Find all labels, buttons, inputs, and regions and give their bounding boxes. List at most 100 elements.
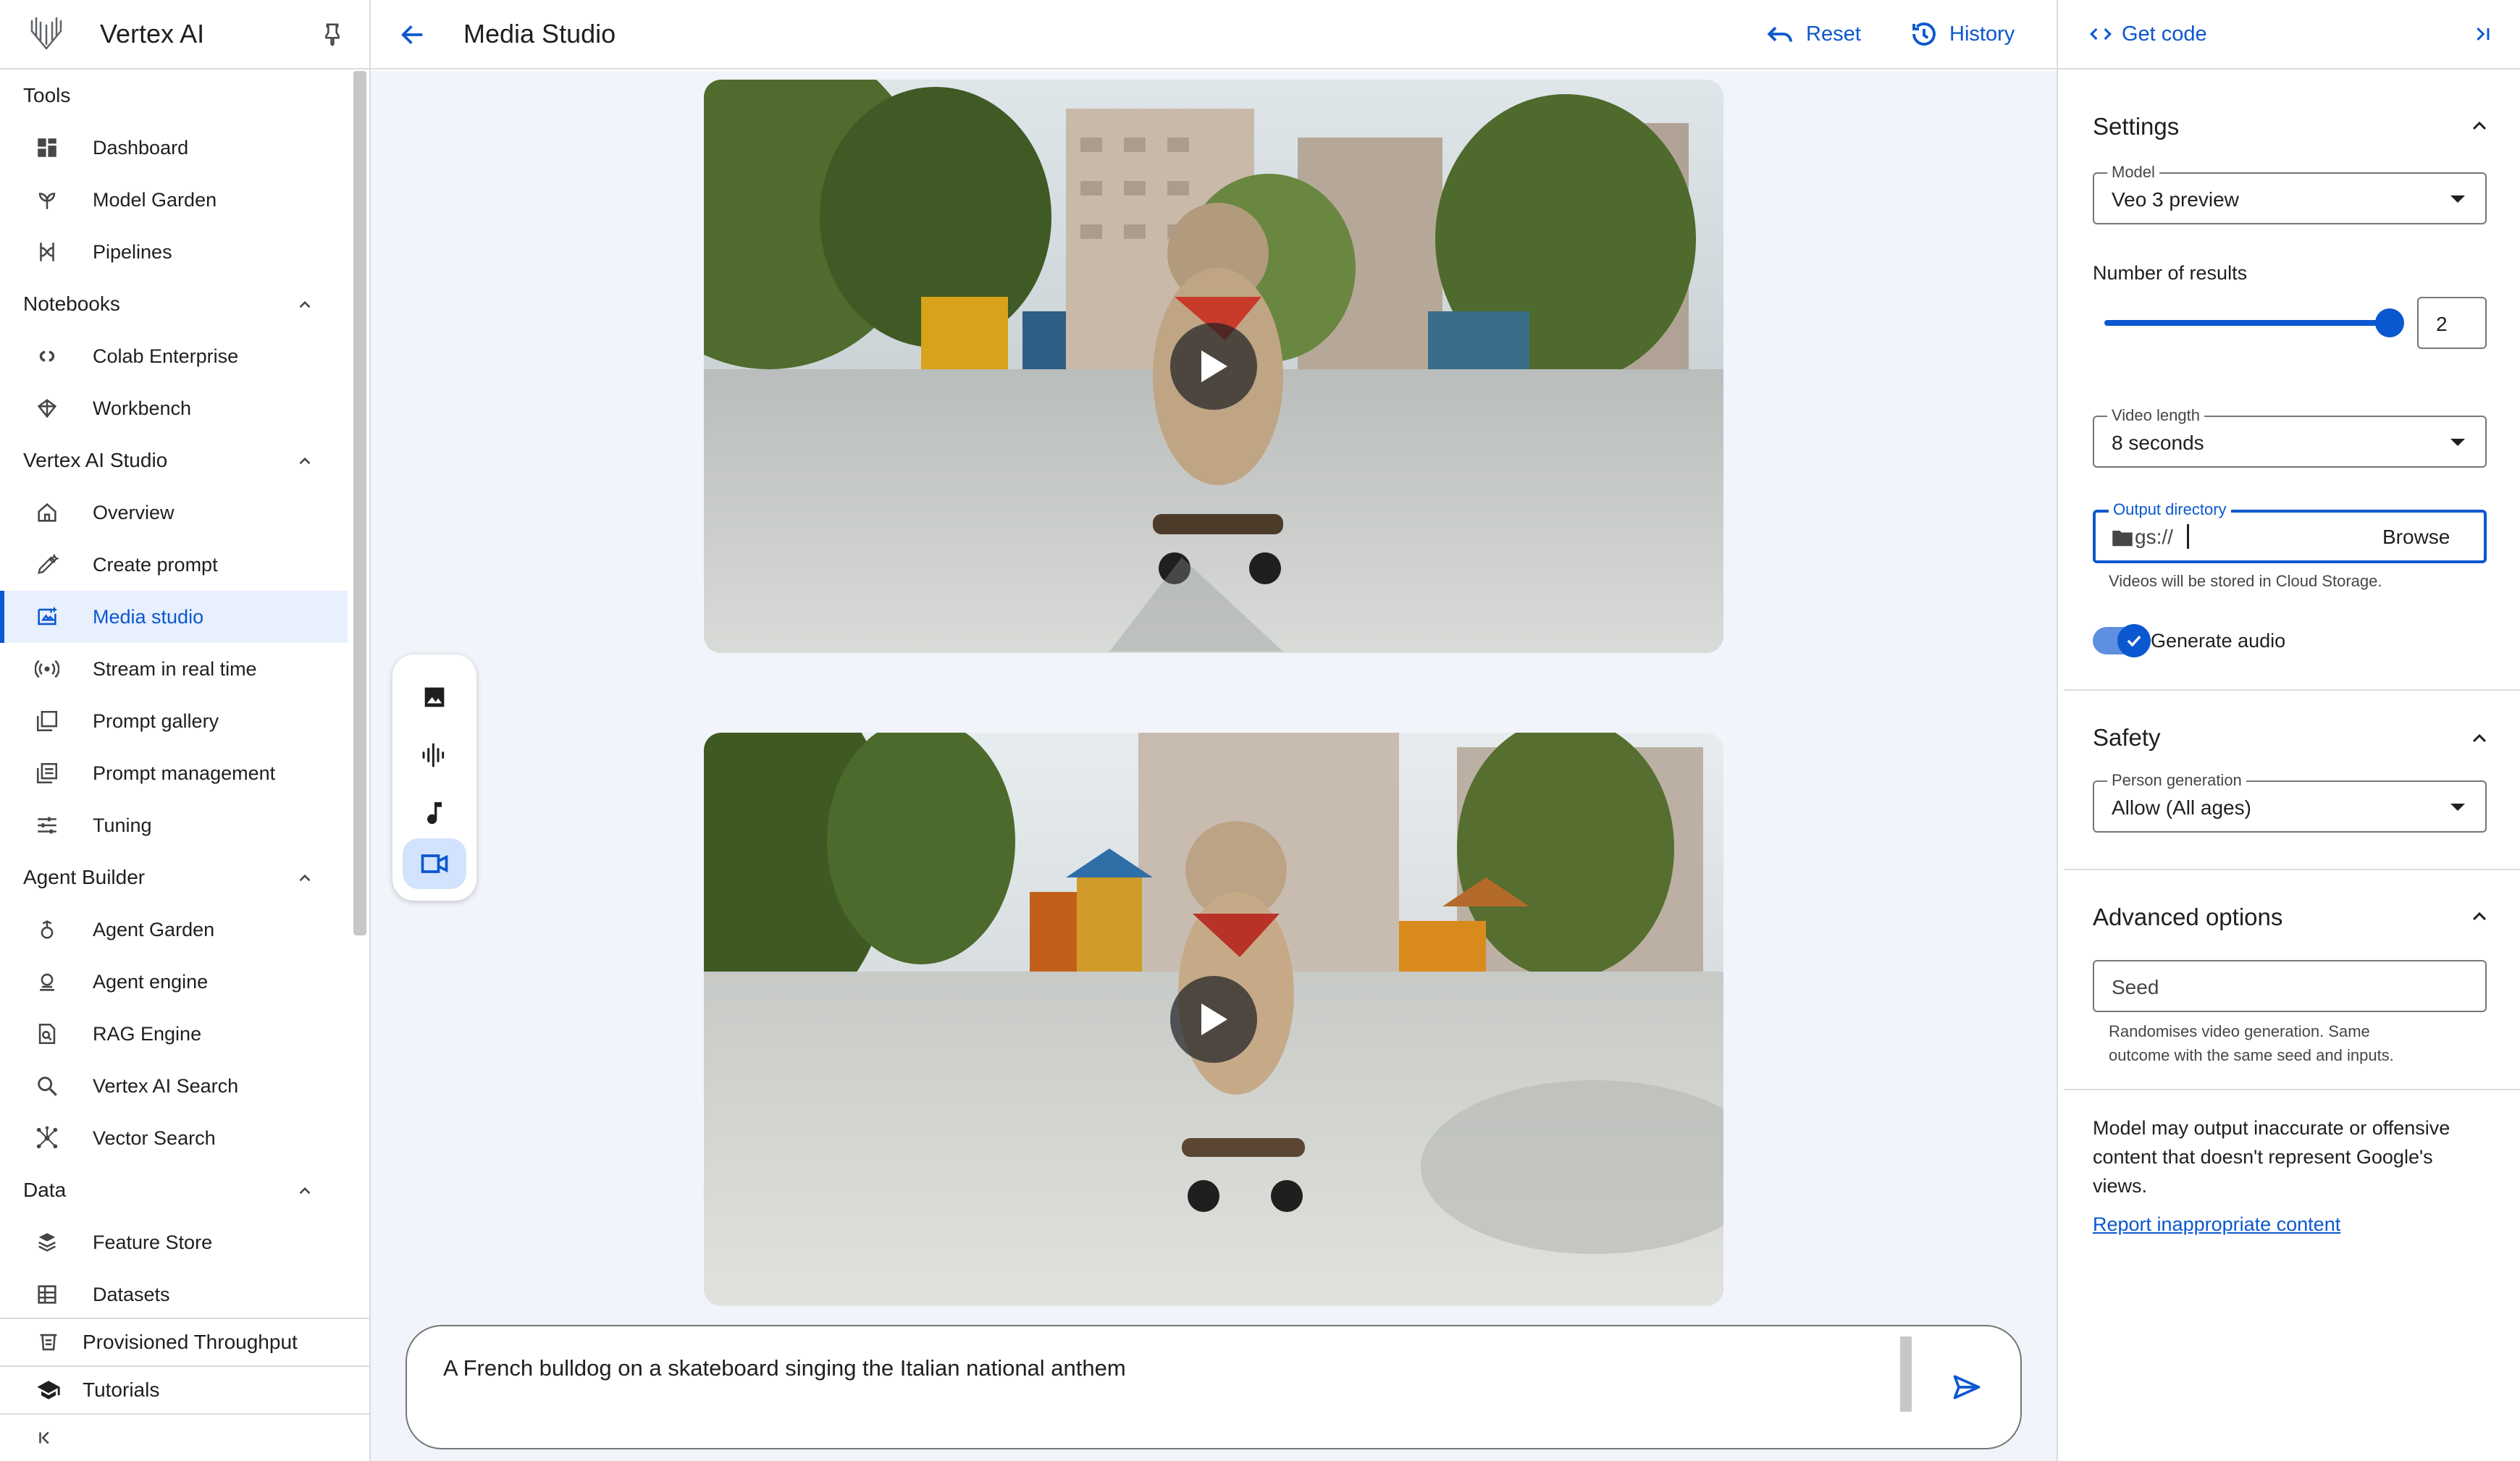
sidebar-item-label: RAG Engine <box>93 1022 202 1045</box>
undo-icon <box>1767 26 1792 42</box>
reset-button[interactable]: Reset <box>1765 19 1861 49</box>
sidebar-item-agent-garden[interactable]: Agent Garden <box>0 904 348 956</box>
play-button[interactable] <box>1170 323 1257 410</box>
seed-input[interactable]: Seed <box>2093 960 2487 1012</box>
video-length-select[interactable]: Video length 8 seconds <box>2093 406 2487 468</box>
divider <box>2064 689 2520 691</box>
sidebar-item-rag-engine[interactable]: RAG Engine <box>0 1008 348 1060</box>
send-icon[interactable] <box>1949 1371 1984 1403</box>
sidebar-item-vector-search[interactable]: Vector Search <box>0 1112 348 1164</box>
sidebar-item-feature-store[interactable]: Feature Store <box>0 1216 348 1268</box>
sidebar-footer: Provisioned Throughput Tutorials <box>0 1318 369 1461</box>
sidebar-item-label: Prompt gallery <box>93 710 219 732</box>
model-garden-icon <box>38 193 56 209</box>
sidebar-item-datasets[interactable]: Datasets <box>0 1268 348 1318</box>
seed-helper-line-1: Randomises video generation. Same <box>2109 1022 2370 1040</box>
prompt-scrollbar[interactable] <box>1900 1336 1912 1412</box>
vector-search-icon <box>36 1126 58 1149</box>
video-length-value: 8 seconds <box>2112 431 2204 454</box>
sidebar-section-title: Vertex AI Studio <box>23 449 168 471</box>
generate-audio-toggle[interactable] <box>2117 624 2151 657</box>
history-label: History <box>1949 22 2015 46</box>
sidebar-item-prompt-gallery[interactable]: Prompt gallery <box>0 695 348 747</box>
sidebar-item-overview[interactable]: Overview <box>0 487 348 539</box>
chevron-up-icon[interactable] <box>2468 905 2491 928</box>
chevron-up-icon[interactable] <box>2468 114 2491 138</box>
image-mode-button[interactable] <box>403 672 466 723</box>
model-select[interactable]: Model Veo 3 preview <box>2093 163 2487 224</box>
sidebar-item-stream-in-real-time[interactable]: Stream in real time <box>0 643 348 695</box>
model-value: Veo 3 preview <box>2112 188 2239 211</box>
code-icon <box>2090 28 2112 41</box>
get-code-button[interactable]: Get code <box>2088 22 2207 46</box>
home-icon <box>38 502 56 522</box>
sidebar-item-label: Dashboard <box>93 136 189 159</box>
sidebar-item-media-studio[interactable]: Media studio <box>0 591 348 643</box>
number-of-results-input[interactable]: 2 <box>2417 297 2487 349</box>
sidebar-item-dashboard[interactable]: Dashboard <box>0 122 348 174</box>
history-icon <box>1912 22 1936 46</box>
sidebar-item-workbench[interactable]: Workbench <box>0 382 348 434</box>
results-slider-track[interactable] <box>2104 320 2388 326</box>
videocam-icon <box>421 854 448 873</box>
pin-icon[interactable] <box>320 22 345 48</box>
chevron-up-icon[interactable] <box>2468 727 2491 750</box>
stream-icon <box>35 660 59 678</box>
collapse-panel-icon[interactable] <box>2471 22 2494 46</box>
sidebar-section-data[interactable]: Data <box>0 1164 348 1216</box>
agent-garden-icon <box>41 920 54 939</box>
check-icon <box>2127 635 2141 647</box>
sidebar-item-label: Model Garden <box>93 188 217 211</box>
sidebar-item-model-garden[interactable]: Model Garden <box>0 174 348 226</box>
sidebar-item-vertex-ai-search[interactable]: Vertex AI Search <box>0 1060 348 1112</box>
sidebar-nav: Tools Dashboard Model Garden Pipelines Noteb… <box>0 70 348 1318</box>
sidebar-section-vertex-ai-studio[interactable]: Vertex AI Studio <box>0 434 348 487</box>
sidebar-scrollbar[interactable] <box>353 71 366 935</box>
chevron-up-icon[interactable] <box>295 452 314 471</box>
sidebar-item-agent-engine[interactable]: Agent engine <box>0 956 348 1008</box>
sidebar-item-colab-enterprise[interactable]: Colab Enterprise <box>0 330 348 382</box>
collapse-sidebar-button[interactable] <box>0 1415 369 1461</box>
speech-mode-button[interactable] <box>403 730 466 780</box>
output-directory-prefix[interactable]: gs:// <box>2135 526 2173 549</box>
output-directory-label: Output directory <box>2109 500 2231 519</box>
sidebar-item-label: Media studio <box>93 605 204 628</box>
person-generation-select[interactable]: Person generation Allow (All ages) <box>2093 771 2487 833</box>
sidebar-section-agent-builder[interactable]: Agent Builder <box>0 851 348 904</box>
chevron-up-icon[interactable] <box>295 295 314 314</box>
sidebar-item-prompt-management[interactable]: Prompt management <box>0 747 348 799</box>
sidebar-item-tutorials[interactable]: Tutorials <box>0 1367 369 1415</box>
sidebar-header: Vertex AI <box>0 0 369 70</box>
panel-header: Get code <box>2058 0 2520 70</box>
sidebar-item-tuning[interactable]: Tuning <box>0 799 348 851</box>
rag-engine-icon <box>38 1023 56 1045</box>
output-directory-field[interactable]: Output directory gs:// Browse <box>2093 500 2487 563</box>
generate-audio-label: Generate audio <box>2151 630 2286 652</box>
generated-video-1[interactable] <box>704 80 1723 653</box>
collapse-left-icon <box>39 1431 49 1444</box>
back-arrow-icon[interactable] <box>398 20 427 49</box>
sidebar-item-label: Provisioned Throughput <box>83 1331 298 1353</box>
output-directory-helper: Videos will be stored in Cloud Storage. <box>2109 572 2382 590</box>
generated-video-2[interactable] <box>704 733 1723 1306</box>
results-slider-thumb[interactable] <box>2375 308 2404 337</box>
prompt-text[interactable]: A French bulldog on a skateboard singing… <box>443 1355 1126 1381</box>
sidebar-item-create-prompt[interactable]: Create prompt <box>0 539 348 591</box>
music-mode-button[interactable] <box>403 788 466 838</box>
sidebar-item-pipelines[interactable]: Pipelines <box>0 226 348 278</box>
prompt-gallery-icon <box>36 710 58 732</box>
chevron-up-icon[interactable] <box>295 869 314 888</box>
history-button[interactable]: History <box>1909 19 2015 49</box>
sidebar-item-provisioned-throughput[interactable]: Provisioned Throughput <box>0 1319 369 1367</box>
prompt-input[interactable]: A French bulldog on a skateboard singing… <box>406 1325 2022 1449</box>
sidebar-section-notebooks[interactable]: Notebooks <box>0 278 348 330</box>
chevron-up-icon[interactable] <box>295 1182 314 1200</box>
play-button[interactable] <box>1170 976 1257 1063</box>
settings-title: Settings <box>2093 113 2180 140</box>
video-mode-button[interactable] <box>403 838 466 889</box>
report-inappropriate-link[interactable]: Report inappropriate content <box>2093 1213 2340 1236</box>
browse-button[interactable]: Browse <box>2382 526 2450 549</box>
sidebar-item-label: Vertex AI Search <box>93 1074 239 1097</box>
sidebar-item-label: Agent Garden <box>93 918 215 940</box>
sidebar-item-label: Prompt management <box>93 762 276 784</box>
